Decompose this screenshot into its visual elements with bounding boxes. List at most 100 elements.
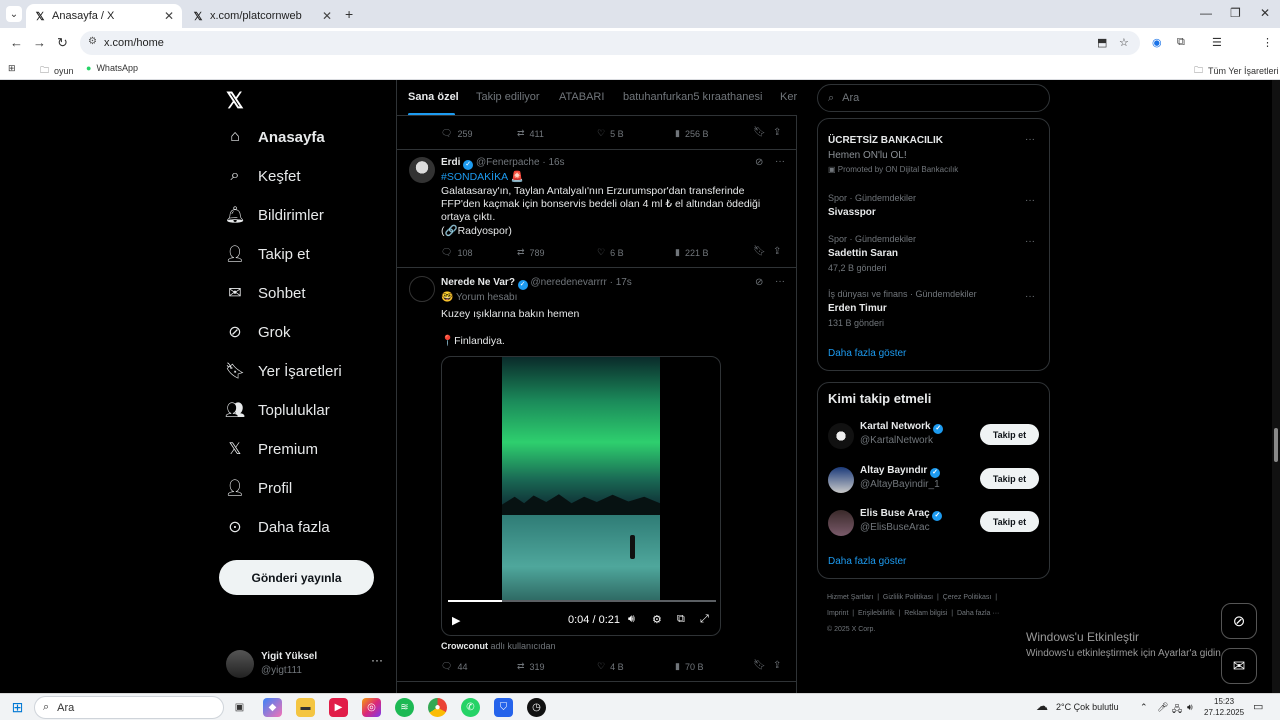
avatar[interactable] <box>828 510 854 536</box>
windows-start-icon[interactable]: ⊞ <box>8 698 27 717</box>
retweet-button[interactable]: ⇄ 319 <box>517 661 545 672</box>
follow-suggestion[interactable]: Elis Buse Araç ✓ @ElisBuseArac Takip et <box>828 508 1040 538</box>
trend-item[interactable]: Spor · Gündemdekiler Sadettin Saran 47,2 B… <box>828 234 1038 273</box>
pip-icon[interactable]: ⧉ <box>677 613 685 626</box>
views-button[interactable]: ▮ 70 B <box>675 661 703 672</box>
instagram-icon[interactable]: ◎ <box>362 698 381 717</box>
nav-grok[interactable]: ⊘ Grok <box>226 323 290 342</box>
install-app-icon[interactable]: ⬒ <box>1097 36 1107 49</box>
more-icon[interactable]: ··· <box>371 653 383 667</box>
tab-search-icon[interactable]: ⌄ <box>6 6 22 22</box>
taskbar-clock[interactable]: 15:23 27.12.2025 <box>1204 696 1244 718</box>
search-input[interactable]: ⌕ Ara <box>817 84 1050 112</box>
avatar[interactable] <box>828 467 854 493</box>
tab-following[interactable]: Takip ediliyor <box>476 91 540 103</box>
footer-link[interactable]: Gizlilik Politikası <box>883 594 933 601</box>
trend-item[interactable]: İş dünyası ve finans · Gündemdekiler Erde… <box>828 289 1038 328</box>
retweet-button[interactable]: ⇄ 789 <box>517 247 545 258</box>
author-name[interactable]: Erdi <box>441 157 460 168</box>
share-icon[interactable]: ⇪ <box>773 660 781 671</box>
footer-link[interactable]: Erişilebilirlik <box>858 610 895 617</box>
bookmark-tweet-icon[interactable]: 🔖︎ <box>753 660 766 671</box>
more-icon[interactable]: ··· <box>1025 236 1035 247</box>
close-window-icon[interactable]: ✕ <box>1260 6 1270 20</box>
whatsapp-icon[interactable]: ✆ <box>461 698 480 717</box>
back-icon[interactable]: ← <box>10 35 23 50</box>
follow-button[interactable]: Takip et <box>980 468 1039 489</box>
close-tab-icon[interactable]: ✕ <box>164 9 174 23</box>
address-bar[interactable]: ⚙ x.com/home <box>80 31 1140 55</box>
restore-icon[interactable]: ❐ <box>1230 6 1241 20</box>
author-handle[interactable]: @neredenevarrrr <box>531 277 607 288</box>
puzzle-icon[interactable]: ⧉ <box>1177 36 1185 49</box>
reload-icon[interactable]: ↻ <box>57 35 68 51</box>
nav-home[interactable]: ⌂ Anasayfa <box>226 128 325 146</box>
tweet-erdi[interactable]: Erdi ✓ @Fenerpache · 16s ⊘ ··· #SONDAKİK… <box>397 149 797 267</box>
task-view-icon[interactable]: ▣ <box>230 698 249 717</box>
avatar[interactable] <box>409 276 435 302</box>
footer-link[interactable]: Çerez Politikası <box>943 594 992 601</box>
notifications-icon[interactable]: ▭ <box>1253 700 1263 713</box>
reading-list-icon[interactable]: ☰ <box>1212 36 1222 49</box>
microphone-icon[interactable]: 🎤︎ <box>1157 702 1168 713</box>
more-icon[interactable]: ··· <box>1025 195 1035 206</box>
views-button[interactable]: ▮ 221 B <box>675 247 708 258</box>
show-more-trends[interactable]: Daha fazla göster <box>828 348 906 359</box>
nav-explore[interactable]: ⌕ Keşfet <box>226 167 301 185</box>
minimize-icon[interactable]: — <box>1200 6 1212 20</box>
ad-title[interactable]: ÜCRETSİZ BANKACILIK <box>828 135 1038 146</box>
close-tab-icon[interactable]: ✕ <box>322 9 332 23</box>
account-switcher[interactable]: Yigit Yüksel @yigt111 ··· <box>226 648 386 680</box>
security-icon[interactable]: ⛉ <box>494 698 513 717</box>
retweet-button[interactable]: ⇄ 411 <box>517 128 544 139</box>
footer-link[interactable]: Daha fazla ··· <box>957 610 999 617</box>
tweet-nerede-ne-var[interactable]: Nerede Ne Var? ✓ @neredenevarrrr · 17s ⊘… <box>397 268 797 678</box>
all-bookmarks[interactable]: 🗀 Tüm Yer İşaretleri <box>1194 63 1279 79</box>
nav-more[interactable]: ⊙ Daha fazla <box>226 518 329 537</box>
grok-icon[interactable]: ⊘ <box>755 157 763 168</box>
like-button[interactable]: ♡ 6 B <box>597 247 624 258</box>
credit-user[interactable]: Crowconut <box>441 641 488 651</box>
video-player[interactable]: ▶ 0:04 / 0:21 🔊︎ ⚙ ⧉ ⤢ <box>441 356 721 636</box>
tab-for-you[interactable]: Sana özel <box>408 91 459 103</box>
media-player-icon[interactable]: ▶ <box>329 698 348 717</box>
bookmark-tweet-icon[interactable]: 🔖︎ <box>753 127 766 138</box>
weather-text[interactable]: 2°C Çok bulutlu <box>1056 702 1119 712</box>
more-icon[interactable]: ··· <box>1025 291 1035 302</box>
nav-follow[interactable]: 👤︎ Takip et <box>225 245 310 264</box>
footer-link[interactable]: Reklam bilgisi <box>904 610 947 617</box>
bookmark-oyun[interactable]: 🗀 oyun <box>40 63 74 79</box>
show-more-follow[interactable]: Daha fazla göster <box>828 556 906 567</box>
follow-suggestion[interactable]: Kartal Network ✓ @KartalNetwork Takip et <box>828 421 1040 451</box>
bookmark-whatsapp[interactable]: ● WhatsApp <box>86 63 138 73</box>
taskbar-search[interactable]: ⌕ Ara <box>34 696 224 719</box>
volume-icon[interactable]: 🔊︎ <box>1187 702 1193 713</box>
nav-premium[interactable]: 𝕏 Premium <box>226 440 318 459</box>
nav-bookmarks[interactable]: 🔖︎ Yer İşaretleri <box>225 362 342 381</box>
avatar[interactable] <box>828 423 854 449</box>
x-logo-icon[interactable]: 𝕏 <box>226 88 244 114</box>
follow-suggestion[interactable]: Altay Bayındır ✓ @AltayBayindir_1 Takip … <box>828 465 1040 495</box>
more-icon[interactable]: ··· <box>1025 134 1035 145</box>
post-button[interactable]: Gönderi yayınla <box>219 560 374 595</box>
app-icon[interactable]: ◷ <box>527 698 546 717</box>
volume-icon[interactable]: 🔊︎ <box>628 613 635 626</box>
star-icon[interactable]: ☆ <box>1119 36 1129 49</box>
forward-icon[interactable]: → <box>33 35 46 50</box>
like-button[interactable]: ♡ 5 B <box>597 128 624 139</box>
like-button[interactable]: ♡ 4 B <box>597 661 624 672</box>
fullscreen-icon[interactable]: ⤢ <box>700 613 709 626</box>
tab-platcornweb[interactable]: 𝕏 x.com/platcornweb ✕ <box>184 4 340 28</box>
video-progress-bar[interactable] <box>448 600 716 602</box>
author-handle[interactable]: @Fenerpache <box>476 157 540 168</box>
avatar[interactable] <box>409 157 435 183</box>
footer-link[interactable]: Hizmet Şartları <box>827 594 873 601</box>
views-button[interactable]: ▮ 256 B <box>675 128 708 139</box>
more-icon[interactable]: ··· <box>775 276 785 287</box>
grok-fab-icon[interactable]: ⊘ <box>1221 603 1257 639</box>
share-icon[interactable]: ⇪ <box>773 127 781 138</box>
nav-chat[interactable]: ✉ Sohbet <box>226 284 305 303</box>
follow-button[interactable]: Takip et <box>980 424 1039 445</box>
share-icon[interactable]: ⇪ <box>773 246 781 257</box>
nav-communities[interactable]: 👥︎ Topluluklar <box>225 401 330 420</box>
